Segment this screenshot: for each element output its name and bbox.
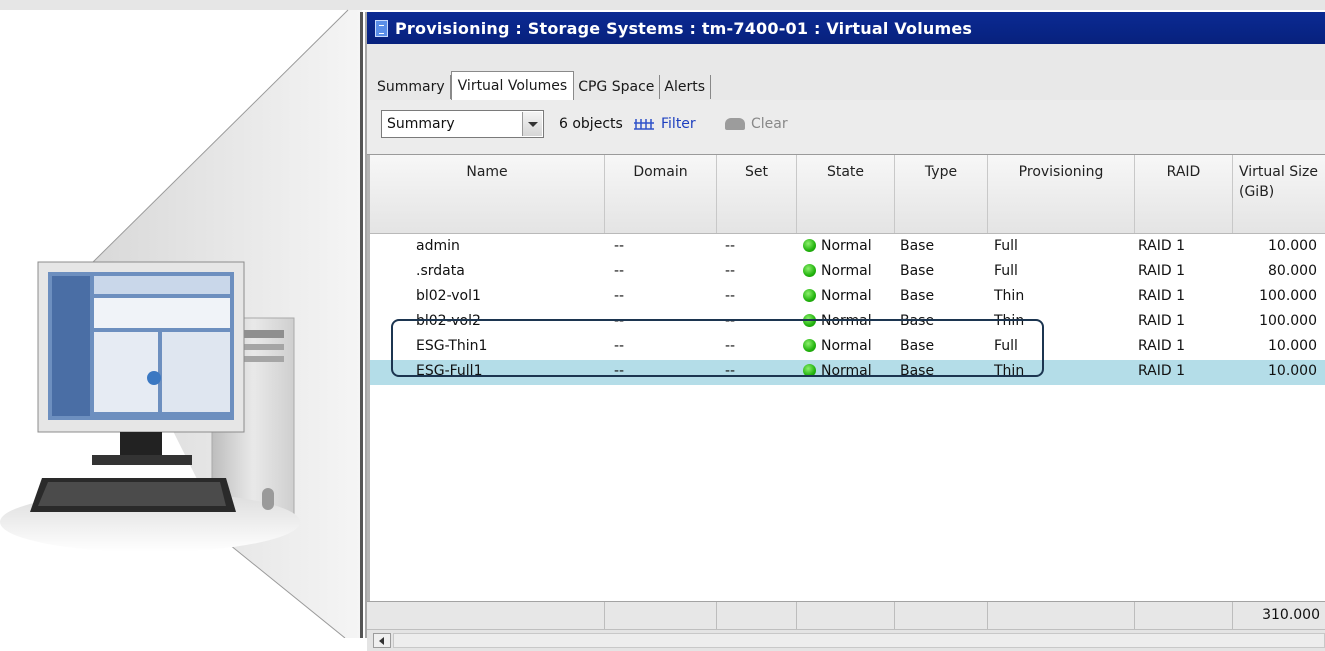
col-header-raid[interactable]: RAID (1135, 155, 1233, 233)
cell-state: Normal (803, 238, 872, 254)
cell-size: 100.000 (1259, 288, 1317, 304)
cell-type: Base (900, 238, 935, 254)
cell-type: Base (900, 288, 935, 304)
tab-summary[interactable]: Summary (373, 75, 451, 99)
cell-size: 10.000 (1268, 363, 1317, 379)
cell-provisioning: Thin (994, 288, 1025, 304)
clear-label: Clear (751, 116, 788, 132)
cell-raid: RAID 1 (1138, 313, 1186, 329)
status-dot-icon (803, 264, 816, 277)
view-select[interactable]: Summary (381, 110, 544, 138)
chevron-down-icon[interactable] (522, 112, 542, 136)
window-title: Provisioning : Storage Systems : tm-7400… (395, 18, 973, 38)
horizontal-scrollbar[interactable] (367, 629, 1325, 651)
col-header-set[interactable]: Set (717, 155, 797, 233)
title-bar: Provisioning : Storage Systems : tm-7400… (367, 12, 1325, 44)
object-count: 6 objects (559, 116, 623, 132)
computer-tower (211, 317, 295, 524)
filter-button[interactable]: Filter (633, 116, 696, 132)
col-header-provisioning[interactable]: Provisioning (988, 155, 1135, 233)
cell-size: 10.000 (1268, 238, 1317, 254)
tab-strip: Summary Virtual Volumes CPG Space Alerts (367, 44, 1325, 101)
col-header-domain[interactable]: Domain (605, 155, 717, 233)
cell-domain: -- (614, 238, 625, 254)
cell-state-label: Normal (821, 263, 872, 279)
cell-domain: -- (614, 263, 625, 279)
cell-size: 100.000 (1259, 313, 1317, 329)
monitor-stand (120, 432, 162, 458)
table-row[interactable]: admin -- -- Normal Base Full RAID 1 10.0… (370, 235, 1325, 260)
mouse (262, 488, 274, 510)
clear-button[interactable]: Clear (725, 116, 788, 132)
col-header-type[interactable]: Type (895, 155, 988, 233)
table-header: Name Domain Set State Type Provisioning … (370, 155, 1325, 234)
tab-alerts[interactable]: Alerts (660, 75, 712, 99)
funnel-edge-bottom (229, 544, 346, 638)
table-totals-row: 310.000 (367, 601, 1325, 630)
funnel-edge-top (89, 9, 349, 266)
status-dot-icon (803, 239, 816, 252)
window-app-icon (375, 19, 388, 37)
cell-raid: RAID 1 (1138, 338, 1186, 354)
cell-size: 80.000 (1268, 263, 1317, 279)
cell-set: -- (725, 238, 736, 254)
cell-state: Normal (803, 263, 872, 279)
total-size: 310.000 (1262, 607, 1320, 623)
tower-drive-bay (224, 330, 284, 338)
col-header-virtual-size[interactable]: Virtual Size (GiB) (1233, 155, 1325, 233)
clear-icon (725, 118, 745, 130)
cell-name: bl02-vol1 (416, 288, 481, 304)
cell-state-label: Normal (821, 288, 872, 304)
cell-name: admin (416, 238, 460, 254)
monitor-frame (37, 261, 245, 433)
highlight-box (391, 319, 1044, 377)
col-header-name[interactable]: Name (370, 155, 605, 233)
cell-state-label: Normal (821, 238, 872, 254)
table-row[interactable]: .srdata -- -- Normal Base Full RAID 1 80… (370, 260, 1325, 285)
cell-raid: RAID 1 (1138, 263, 1186, 279)
tab-virtual-volumes[interactable]: Virtual Volumes (450, 71, 575, 100)
cell-provisioning: Full (994, 238, 1018, 254)
view-select-value: Summary (387, 116, 455, 132)
cell-raid: RAID 1 (1138, 288, 1186, 304)
top-strip (0, 0, 1325, 10)
monitor-screen (48, 272, 234, 420)
cell-size: 10.000 (1268, 338, 1317, 354)
desk-shadow (0, 492, 300, 552)
cell-type: Base (900, 263, 935, 279)
cell-domain: -- (614, 288, 625, 304)
cell-set: -- (725, 288, 736, 304)
volumes-table: Name Domain Set State Type Provisioning … (367, 154, 1325, 617)
zoom-funnel (90, 10, 362, 638)
filter-label: Filter (661, 116, 696, 132)
scroll-track[interactable] (393, 633, 1325, 648)
scroll-left-icon[interactable] (373, 633, 391, 648)
status-dot-icon (803, 289, 816, 302)
col-header-state[interactable]: State (797, 155, 895, 233)
tab-cpg-space[interactable]: CPG Space (574, 75, 661, 99)
cell-name: .srdata (416, 263, 465, 279)
cell-provisioning: Full (994, 263, 1018, 279)
cell-set: -- (725, 263, 736, 279)
filter-icon (633, 117, 655, 131)
keyboard (30, 478, 236, 512)
cell-raid: RAID 1 (1138, 363, 1186, 379)
table-row[interactable]: bl02-vol1 -- -- Normal Base Thin RAID 1 … (370, 285, 1325, 310)
cell-state: Normal (803, 288, 872, 304)
cell-raid: RAID 1 (1138, 238, 1186, 254)
toolbar: Summary 6 objects Filter Clear (367, 100, 1325, 154)
